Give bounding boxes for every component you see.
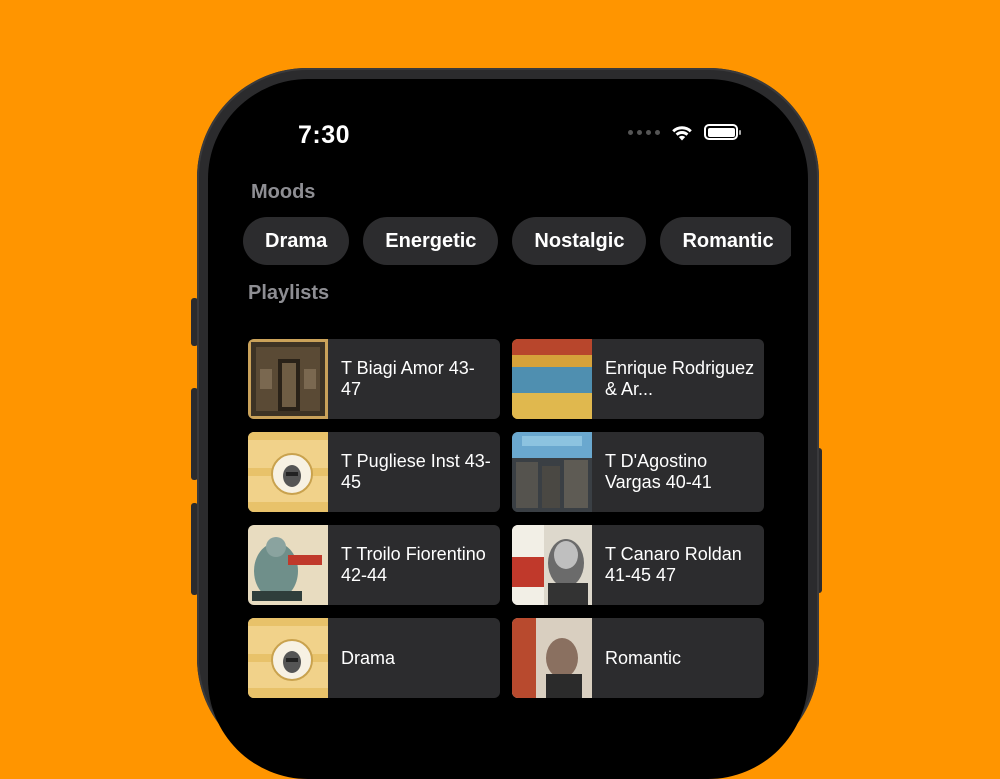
playlist-title: Drama [341, 647, 396, 668]
moods-scroller[interactable]: Drama Energetic Nostalgic Romantic [243, 217, 791, 267]
playlist-card[interactable]: Enrique Rodriguez & Ar... [512, 339, 764, 419]
album-art [512, 339, 592, 419]
playlist-card[interactable]: T Troilo Fiorentino 42-44 [248, 525, 500, 605]
album-art [248, 432, 328, 512]
status-time: 7:30 [298, 121, 351, 149]
album-art [248, 618, 328, 698]
playlist-card[interactable]: T D'Agostino Vargas 40-41 [512, 432, 764, 512]
playlist-title: Romantic [605, 647, 682, 668]
playlist-title: T Troilo Fiorentino 42-44 [341, 544, 486, 585]
phone-screen: 7:30 Moods Drama Energetic Nostalgic Romant… [208, 79, 808, 779]
mood-chip-romantic[interactable]: Romantic [660, 217, 791, 265]
battery-icon [704, 124, 741, 140]
album-art [512, 525, 592, 605]
cellular-signal-icon [628, 129, 660, 135]
playlist-card[interactable]: T Canaro Roldan 41-45 47 [512, 525, 764, 605]
playlist-title: T D'Agostino Vargas 40-41 [605, 451, 712, 492]
playlist-card[interactable]: Romantic [512, 618, 764, 698]
playlist-card[interactable]: T Biagi Amor 43-47 [248, 339, 500, 419]
wifi-icon [672, 126, 692, 141]
playlist-title: T Pugliese Inst 43-45 [341, 451, 491, 492]
album-art [512, 432, 592, 512]
mood-chip-nostalgic[interactable]: Nostalgic [512, 217, 647, 265]
album-art [248, 525, 328, 605]
playlist-title: T Biagi Amor 43-47 [341, 358, 475, 399]
playlist-card[interactable]: T Pugliese Inst 43-45 [248, 432, 500, 512]
moods-heading: Moods [251, 181, 316, 203]
album-art [248, 339, 328, 419]
playlist-card[interactable]: Drama [248, 618, 500, 698]
playlist-title: Enrique Rodriguez & Ar... [605, 358, 755, 399]
album-art [512, 618, 592, 698]
playlist-title: T Canaro Roldan 41-45 47 [605, 544, 742, 585]
mood-chip-drama[interactable]: Drama [243, 217, 350, 265]
mood-chip-energetic[interactable]: Energetic [363, 217, 499, 265]
status-icons [628, 123, 741, 141]
playlists-heading: Playlists [248, 282, 330, 304]
